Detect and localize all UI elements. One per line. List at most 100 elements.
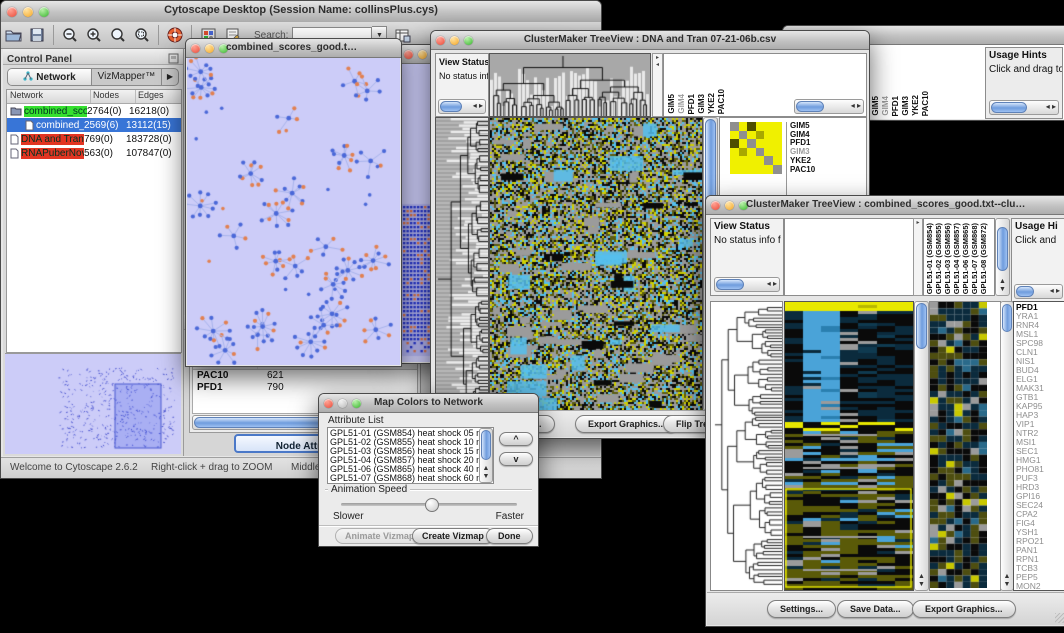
matrix-cell[interactable]: [773, 165, 782, 174]
animate-vizmap-button[interactable]: Animate Vizmap: [335, 528, 424, 544]
usage-hints-hscrollbar[interactable]: ◂ ▸: [989, 100, 1059, 115]
tab-overflow-button[interactable]: ▶: [162, 69, 178, 85]
main-titlebar[interactable]: Cytoscape Desktop (Session Name: collins…: [1, 1, 601, 23]
column-label[interactable]: PFD1: [688, 94, 696, 114]
close-icon[interactable]: [404, 50, 413, 59]
view-status-hscrollbar[interactable]: ◂ ▸: [438, 99, 486, 114]
treeview2-heatmap[interactable]: [784, 301, 914, 591]
treeview1-zoom-matrix[interactable]: [730, 122, 782, 174]
view-status-hscrollbar[interactable]: ◂ ▸: [714, 277, 780, 292]
column-label[interactable]: GIM3: [902, 96, 910, 116]
treeview2-column-labels[interactable]: GPL51-01 (GSM854)GPL51-02 (GSM855)GPL51-…: [926, 223, 988, 294]
matrix-cell[interactable]: [756, 148, 765, 157]
save-data-button[interactable]: Save Data...: [837, 600, 914, 618]
matrix-cell[interactable]: [739, 148, 748, 157]
matrix-cell[interactable]: [756, 122, 765, 131]
treeview2-heatmap-vscrollbar[interactable]: ▲▼: [914, 301, 929, 591]
zoom-selected-icon[interactable]: [108, 26, 128, 45]
matrix-cell[interactable]: [739, 156, 748, 165]
attribute-item[interactable]: GPL51-07 (GSM868) heat shock 60 min: [328, 474, 493, 483]
treeview1-column-labels[interactable]: GIM5GIM4PFD1GIM3YKE2PAC10: [668, 89, 726, 114]
network-table-row[interactable]: combined_sco 2569(6) 13112(15): [7, 118, 181, 132]
network-table-row[interactable]: combined_scores 2764(0) 16218(0): [7, 104, 181, 118]
column-label[interactable]: GPL51-01 (GSM854): [926, 223, 934, 294]
column-label[interactable]: GIM4: [678, 94, 686, 114]
tab-network[interactable]: Network: [8, 69, 92, 85]
dialog-titlebar[interactable]: Map Colors to Network: [319, 394, 538, 413]
float-panel-icon[interactable]: [168, 51, 179, 69]
column-label[interactable]: GPL51-03 (GSM856): [944, 223, 952, 294]
matrix-cell[interactable]: [764, 122, 773, 131]
open-file-icon[interactable]: [3, 26, 23, 45]
column-label[interactable]: PAC10: [922, 91, 930, 116]
col-header-network[interactable]: Network: [7, 90, 91, 103]
treeview1-heatmap[interactable]: [489, 117, 703, 411]
matrix-cell[interactable]: [756, 156, 765, 165]
matrix-cell[interactable]: [764, 156, 773, 165]
settings-button[interactable]: Settings...: [767, 600, 836, 618]
column-label[interactable]: YKE2: [912, 95, 920, 116]
attribute-list-vscrollbar[interactable]: ▲▼: [479, 428, 493, 483]
matrix-cell[interactable]: [739, 165, 748, 174]
column-label[interactable]: GPL51-04 (GSM857): [953, 223, 961, 294]
move-up-button[interactable]: ^: [499, 432, 533, 446]
column-label[interactable]: GPL51-08 (GSM872): [980, 223, 988, 294]
treeview2-zoom-vscrollbar[interactable]: ▲▼: [1000, 301, 1014, 591]
animation-speed-slider[interactable]: [341, 503, 517, 506]
close-icon[interactable]: [324, 399, 333, 408]
matrix-cell[interactable]: [773, 122, 782, 131]
matrix-cell[interactable]: [747, 156, 756, 165]
treeview2-gene-labels[interactable]: PFD1YRA1RNR4MSL1SPC98CLN1NIS1BUD4ELG1MAK…: [1014, 302, 1064, 591]
matrix-cell[interactable]: [764, 131, 773, 140]
matrix-cell[interactable]: [739, 122, 748, 131]
done-button[interactable]: Done: [486, 528, 533, 544]
slider-thumb[interactable]: [425, 498, 439, 512]
treeview1-row-dendrogram[interactable]: [435, 117, 489, 411]
column-label[interactable]: GIM4: [882, 96, 890, 116]
column-label[interactable]: YKE2: [708, 93, 716, 114]
column-label[interactable]: GIM5: [872, 96, 880, 116]
gene-label[interactable]: MON2: [1016, 582, 1064, 591]
network-table-row[interactable]: RNAPuberNov2+ 563(0) 107847(0): [7, 146, 181, 160]
birdseye-view[interactable]: [5, 353, 181, 454]
usage-hints-hscrollbar[interactable]: ◂ ▸: [1014, 284, 1063, 299]
matrix-cell[interactable]: [747, 122, 756, 131]
matrix-cell[interactable]: [756, 131, 765, 140]
minimize-icon[interactable]: [725, 201, 734, 210]
col-header-nodes[interactable]: Nodes: [91, 90, 136, 103]
matrix-cell[interactable]: [747, 148, 756, 157]
col-header-edges[interactable]: Edges: [136, 90, 181, 103]
minimize-icon[interactable]: [205, 44, 214, 53]
matrix-cell[interactable]: [739, 139, 748, 148]
save-icon[interactable]: [27, 26, 47, 45]
column-label[interactable]: PAC10: [718, 89, 726, 114]
treeview1-zoom-hscrollbar[interactable]: ◂ ▸: [794, 99, 864, 114]
matrix-cell[interactable]: [756, 139, 765, 148]
network1-canvas[interactable]: [187, 58, 400, 365]
resize-grip[interactable]: [1055, 613, 1064, 623]
minimize-icon[interactable]: [418, 50, 427, 59]
treeview2-tree-strip[interactable]: ▸: [913, 218, 923, 296]
treeview2-row-dendrogram[interactable]: [710, 301, 783, 591]
zoom-out-icon[interactable]: [60, 26, 80, 45]
column-label[interactable]: GPL51-02 (GSM855): [935, 223, 943, 294]
data-table-row[interactable]: PAC10 621: [193, 370, 417, 382]
zoom-in-icon[interactable]: [84, 26, 104, 45]
matrix-cell[interactable]: [730, 165, 739, 174]
column-label[interactable]: GPL51-07 (GSM868): [971, 223, 979, 294]
treeview2-column-tree-panel[interactable]: [784, 218, 914, 296]
matrix-cell[interactable]: [773, 131, 782, 140]
treeview2-titlebar[interactable]: ClusterMaker TreeView : combined_scores_…: [706, 196, 1064, 215]
minimize-icon[interactable]: [450, 36, 459, 45]
move-down-button[interactable]: v: [499, 452, 533, 466]
treeview1-column-dendrogram[interactable]: [489, 53, 651, 117]
export-graphics-button[interactable]: Export Graphics...: [912, 600, 1016, 618]
minimize-icon[interactable]: [23, 7, 33, 17]
column-label[interactable]: GIM5: [668, 94, 676, 114]
matrix-cell[interactable]: [747, 165, 756, 174]
matrix-cell[interactable]: [764, 148, 773, 157]
tab-vizmapper[interactable]: VizMapper™: [92, 69, 162, 85]
attribute-list[interactable]: GPL51-01 (GSM854) heat shock 05 minGPL51…: [327, 427, 494, 484]
matrix-cell[interactable]: [730, 148, 739, 157]
create-vizmap-button[interactable]: Create Vizmap: [412, 528, 494, 544]
